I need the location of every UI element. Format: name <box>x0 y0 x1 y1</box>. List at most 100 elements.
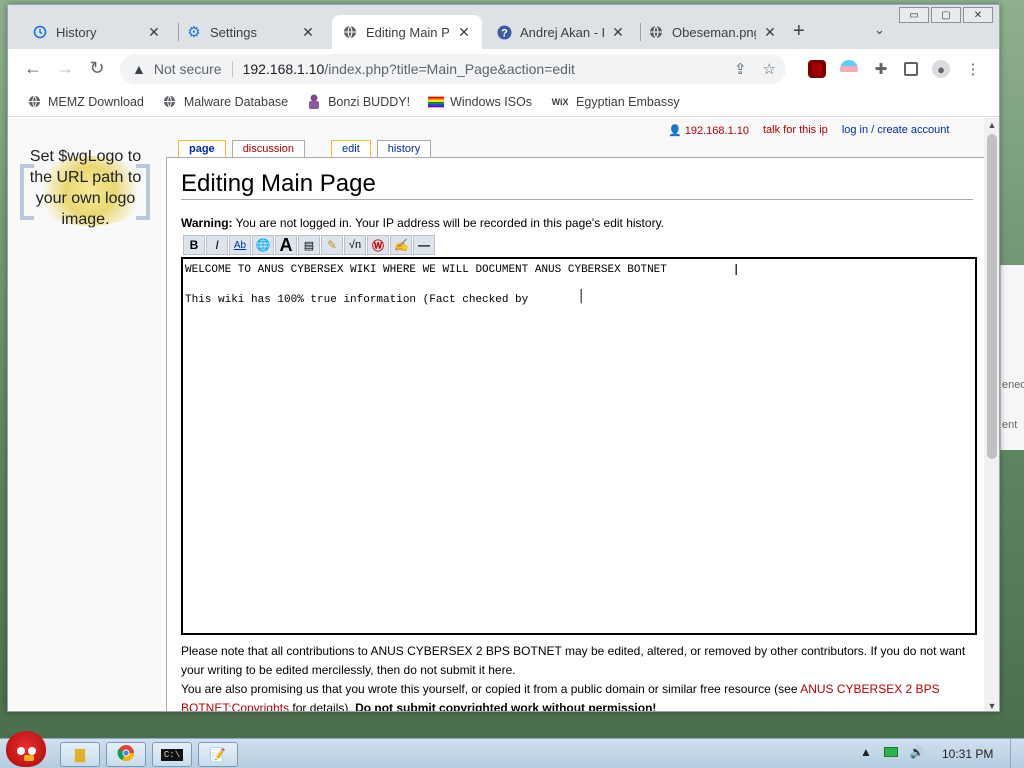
tab-history[interactable]: History ✕ <box>22 15 172 49</box>
show-desktop-button[interactable] <box>1010 739 1024 768</box>
bookmark-bonzi-buddy[interactable]: Bonzi BUDDY! <box>306 94 410 110</box>
bookmark-label: MEMZ Download <box>48 94 144 109</box>
taskbar-clock[interactable]: 10:31 PM <box>942 747 993 761</box>
close-icon[interactable]: ✕ <box>456 24 472 41</box>
taskbar-chrome[interactable] <box>106 742 146 767</box>
taskbar-notepad[interactable]: 📝 <box>198 742 238 767</box>
math-icon[interactable]: √n <box>344 235 366 255</box>
console-icon: C:\ <box>160 748 184 761</box>
bookmark-egyptian-embassy[interactable]: WiX Egyptian Embassy <box>550 94 680 110</box>
close-icon[interactable]: ✕ <box>300 24 316 41</box>
bird-eye <box>17 747 25 755</box>
tab-page-history[interactable]: history <box>376 140 432 157</box>
tab-edit[interactable]: edit <box>331 140 371 157</box>
battery-icon[interactable] <box>883 747 898 757</box>
browser-window: History ✕ ⚙ Settings ✕ Editing Main Page… <box>7 4 1000 712</box>
external-link-icon[interactable]: 🌐 <box>252 235 274 255</box>
back-button[interactable]: ← <box>22 58 44 78</box>
user-ip-text: 192.168.1.10 <box>684 125 749 137</box>
bold-icon[interactable]: B <box>183 235 205 255</box>
talk-link[interactable]: talk for this ip <box>763 124 828 137</box>
close-icon[interactable]: ✕ <box>610 24 626 41</box>
puzzle-icon[interactable]: ✚ <box>872 60 890 78</box>
tab-page[interactable]: page <box>178 140 226 157</box>
bookmark-windows-isos[interactable]: Windows ISOs <box>428 94 532 110</box>
tab-label: Editing Main Page <box>366 24 450 40</box>
tab-andrej-akan[interactable]: ? Andrej Akan - H ✕ <box>486 15 636 49</box>
tab-label: Settings <box>210 24 257 40</box>
vertical-scrollbar[interactable]: ▲ ▼ <box>984 118 999 711</box>
page-actions: page discussion edit history <box>178 140 432 157</box>
browser-toolbar: ← → ↻ ▲ Not secure 192.168.1.10/index.ph… <box>8 49 999 87</box>
minimize-button[interactable]: ▭ <box>899 7 929 23</box>
content-area: Editing Main Page Warning: You are not l… <box>166 157 984 712</box>
scrollbar-thumb[interactable] <box>987 134 997 459</box>
url-text[interactable]: 192.168.1.10/index.php?title=Main_Page&a… <box>243 61 575 77</box>
tab-label: Obeseman.png <box>672 24 756 40</box>
close-icon[interactable]: ✕ <box>762 24 778 41</box>
edit-textarea[interactable]: WELCOME TO ANUS CYBERSEX WIKI WHERE WE W… <box>181 257 977 635</box>
taskbar: ▇ C:\ 📝 ▲ 🔊 10:31 PM <box>0 731 1024 768</box>
angry-bird-icon <box>6 731 46 767</box>
bookmark-malware-database[interactable]: Malware Database <box>162 94 288 110</box>
user-ip-link[interactable]: 👤 192.168.1.10 <box>668 124 749 137</box>
wiki-logo[interactable]: Set $wgLogo to the URL path to your own … <box>18 146 153 256</box>
forward-button[interactable]: → <box>54 58 76 78</box>
notice-line-2-pre: You are also promising us that you wrote… <box>181 682 801 696</box>
bookmark-label: Egyptian Embassy <box>576 94 680 109</box>
volume-icon[interactable]: 🔊 <box>910 745 925 759</box>
taskbar-explorer[interactable]: ▇ <box>60 742 100 767</box>
page-title: Editing Main Page <box>181 170 376 197</box>
maximize-button[interactable]: ▢ <box>931 7 961 23</box>
tab-gap <box>311 140 325 157</box>
gear-icon: ⚙ <box>187 24 201 41</box>
ublock-icon[interactable] <box>808 60 826 78</box>
text-caret: | <box>577 288 586 304</box>
signature-icon[interactable]: ✍ <box>390 235 412 255</box>
italic-icon[interactable]: I <box>206 235 228 255</box>
extensions-area: ✚ ● ⋮ <box>808 60 982 78</box>
bookmark-memz[interactable]: MEMZ Download <box>26 94 144 110</box>
extension-flag-icon[interactable] <box>840 60 858 78</box>
folder-icon: ▇ <box>75 746 85 762</box>
tab-editing-main-page[interactable]: Editing Main Page ✕ <box>332 15 482 49</box>
new-tab-button[interactable]: + <box>793 20 805 43</box>
url-host: 192.168.1.10 <box>242 61 325 77</box>
reload-button[interactable]: ↻ <box>86 58 108 78</box>
star-icon[interactable]: ☆ <box>763 60 776 78</box>
sidepanel-icon[interactable] <box>904 62 918 76</box>
show-hidden-icons-icon[interactable]: ▲ <box>860 745 872 759</box>
address-bar[interactable]: ▲ Not secure 192.168.1.10/index.php?titl… <box>120 54 786 84</box>
chevron-down-icon[interactable]: ⌄ <box>874 22 885 38</box>
security-label[interactable]: Not secure <box>154 61 222 77</box>
window-controls: ▭ ▢ ✕ <box>899 7 993 23</box>
start-button[interactable] <box>2 731 50 768</box>
share-icon[interactable]: ⇪ <box>734 60 747 78</box>
taskbar-cmd[interactable]: C:\ <box>152 742 192 767</box>
media-icon[interactable]: ✎ <box>321 235 343 255</box>
bookmarks-bar: MEMZ Download Malware Database Bonzi BUD… <box>8 87 999 117</box>
globe-icon <box>26 94 42 110</box>
scroll-up-icon[interactable]: ▲ <box>984 118 999 132</box>
tab-obeseman[interactable]: Obeseman.png ✕ <box>638 15 788 49</box>
profile-icon[interactable]: ● <box>932 60 950 78</box>
history-icon <box>32 24 48 40</box>
headline-icon[interactable]: A <box>275 235 297 255</box>
nowiki-icon[interactable]: Ⓦ <box>367 235 389 255</box>
svg-text:?: ? <box>501 27 508 39</box>
image-icon[interactable]: ▤ <box>298 235 320 255</box>
internal-link-icon[interactable]: Ab <box>229 235 251 255</box>
tab-discussion[interactable]: discussion <box>231 140 306 157</box>
menu-icon[interactable]: ⋮ <box>964 60 982 78</box>
globe-icon <box>162 94 178 110</box>
warning-text: You are not logged in. Your IP address w… <box>232 216 665 230</box>
warning-icon[interactable]: ▲ <box>132 61 146 77</box>
login-link[interactable]: log in / create account <box>842 124 950 137</box>
scroll-down-icon[interactable]: ▼ <box>984 699 999 711</box>
horizontal-line-icon[interactable]: — <box>413 235 435 255</box>
close-window-button[interactable]: ✕ <box>963 7 993 23</box>
close-icon[interactable]: ✕ <box>146 24 162 41</box>
tab-settings[interactable]: ⚙ Settings ✕ <box>176 15 326 49</box>
notice-line-2-post: for details). <box>289 701 356 712</box>
rainbow-flag-icon <box>428 94 445 110</box>
